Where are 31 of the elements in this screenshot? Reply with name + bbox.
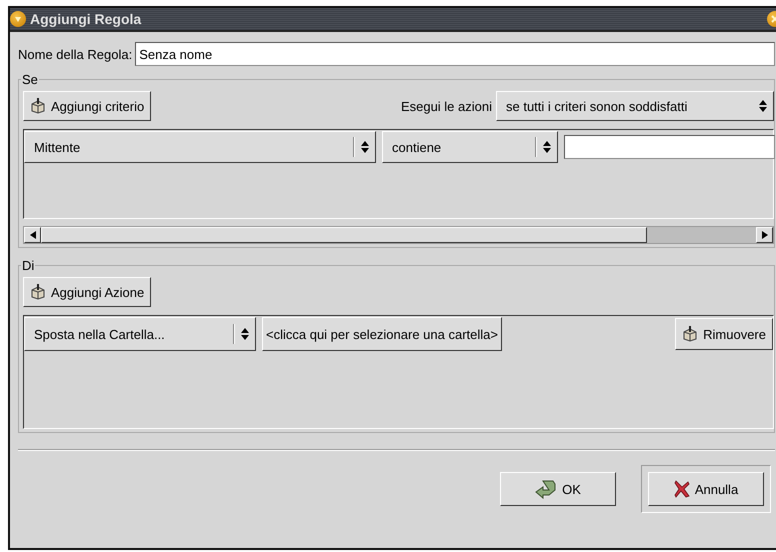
ok-button[interactable]: OK [500, 472, 616, 506]
window-menu-icon[interactable] [10, 11, 26, 27]
remove-button[interactable]: Rimuovere [675, 318, 773, 350]
add-criterion-button[interactable]: Aggiungi criterio [23, 91, 152, 121]
criterion-value-field[interactable] [564, 135, 775, 159]
window-title: Aggiungi Regola [30, 11, 142, 27]
execute-label: Esegui le azioni [400, 98, 492, 114]
frame-title: Se [21, 72, 39, 87]
updown-arrows-icon [241, 328, 249, 340]
box-icon [30, 98, 46, 114]
action-dropdown[interactable]: Sposta nella Cartella... [24, 317, 256, 351]
cancel-button[interactable]: Annulla [648, 472, 764, 506]
frame-title: Di [21, 258, 36, 273]
operator-dropdown[interactable]: contiene [382, 131, 558, 163]
scroll-right-icon[interactable] [756, 227, 773, 243]
scroll-left-icon[interactable] [24, 227, 41, 243]
rule-name-label: Nome della Regola: [18, 46, 132, 62]
select-folder-button[interactable]: <clicca qui per selezionare una cartella> [262, 317, 502, 351]
scrollbar-thumb[interactable] [41, 227, 647, 243]
box-icon [30, 284, 46, 300]
cross-icon [674, 480, 690, 498]
field-dropdown[interactable]: Mittente [24, 131, 376, 163]
updown-arrows-icon [361, 141, 369, 153]
updown-arrows-icon [759, 100, 767, 112]
box-icon [682, 326, 698, 342]
arrow-icon [535, 479, 558, 499]
rule-name-field[interactable]: Senza nome [135, 42, 775, 66]
updown-arrows-icon [543, 141, 551, 153]
add-action-button[interactable]: Aggiungi Azione [23, 277, 152, 307]
horizontal-scrollbar[interactable] [23, 226, 774, 244]
match-dropdown[interactable]: se tutti i criteri sonon soddisfatti [496, 91, 774, 121]
